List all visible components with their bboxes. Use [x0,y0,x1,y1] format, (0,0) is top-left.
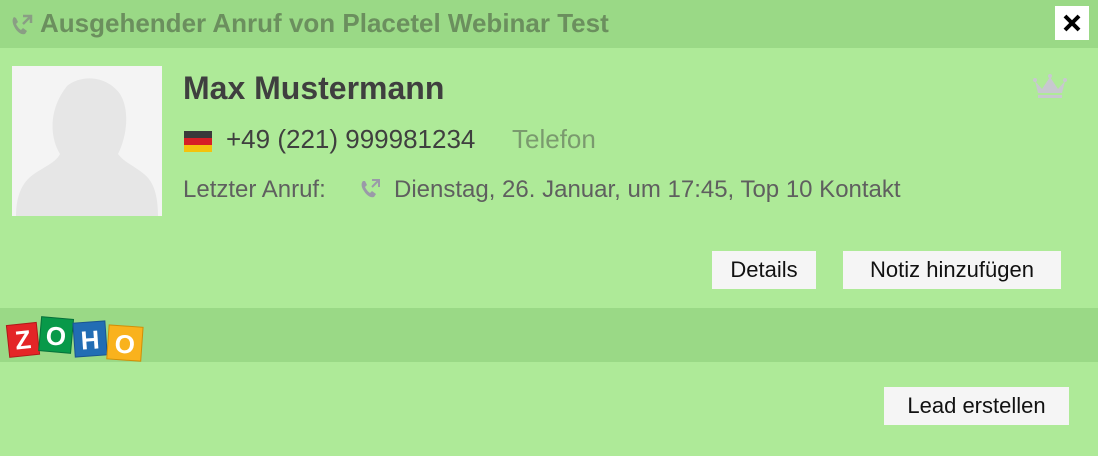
crown-icon[interactable] [1033,73,1067,99]
phone-number[interactable]: +49 (221) 999981234 [226,124,475,155]
add-note-button[interactable]: Notiz hinzufügen [843,251,1061,289]
svg-text:Z: Z [14,324,33,356]
avatar [12,66,162,216]
zoho-logo: Z O H O [5,316,144,362]
person-silhouette-icon [16,78,158,216]
germany-flag-icon [184,131,212,152]
title-bar: Ausgehender Anruf von Placetel Webinar T… [0,0,1098,48]
svg-text:O: O [114,328,136,359]
last-call-value: Dienstag, 26. Januar, um 17:45, Top 10 K… [394,176,901,203]
svg-text:H: H [80,324,101,355]
phone-type: Telefon [512,124,596,154]
close-icon [1063,14,1081,32]
contact-name: Max Mustermann [183,70,445,106]
window-title: Ausgehender Anruf von Placetel Webinar T… [40,8,609,38]
close-button[interactable] [1055,6,1089,40]
integration-bar [0,308,1098,362]
outgoing-call-icon [12,14,33,35]
svg-text:O: O [45,320,68,352]
outgoing-call-icon [361,179,380,198]
last-call-label: Letzter Anruf: [183,176,326,203]
create-lead-button[interactable]: Lead erstellen [884,387,1069,425]
details-button[interactable]: Details [712,251,816,289]
